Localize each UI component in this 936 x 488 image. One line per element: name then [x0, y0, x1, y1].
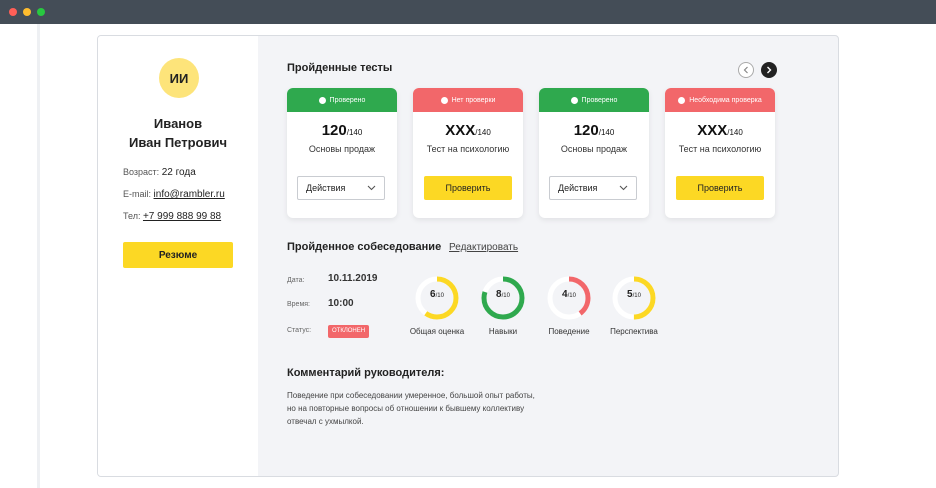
- check-circle-icon: [570, 96, 578, 104]
- age-value: 22 года: [161, 167, 196, 178]
- test-status: Проверено: [581, 96, 618, 104]
- candidate-first-name: Иван Петрович: [128, 135, 228, 150]
- actions-dropdown-label: Действия: [558, 183, 598, 193]
- time-label: Время:: [287, 301, 311, 308]
- test-status: Проверено: [329, 96, 366, 104]
- email-label: E-mail:: [123, 189, 152, 199]
- comment-line: отвечал с ухмылкой.: [287, 417, 364, 426]
- alert-circle-icon: [440, 96, 448, 104]
- status-label: Статус:: [287, 327, 312, 334]
- test-card: Нет проверки XXX/140 Тест на психологию …: [413, 88, 523, 218]
- test-score: XXX/140: [665, 122, 775, 139]
- tests-title: Пройденные тесты: [287, 62, 393, 74]
- test-status: Нет проверки: [451, 96, 496, 104]
- phone-row: Тел: +7 999 888 99 88: [123, 211, 221, 222]
- actions-dropdown-label: Действия: [306, 183, 346, 193]
- test-score: XXX/140: [413, 122, 523, 139]
- test-name: Тест на психологию: [426, 144, 510, 154]
- maximize-window-icon[interactable]: [37, 8, 45, 16]
- resume-button[interactable]: Резюме: [123, 242, 233, 268]
- test-status: Необходима проверка: [689, 96, 762, 104]
- gauge-max: /10: [435, 293, 444, 299]
- test-status-header: Проверено: [539, 88, 649, 112]
- chevron-right-icon: [767, 66, 772, 74]
- status-badge: ОТКЛОНЕН: [328, 325, 370, 338]
- age-label: Возраст:: [123, 167, 160, 177]
- test-card: Проверено 120/140 Основы продаж Действия: [539, 88, 649, 218]
- gauge-value: 6/10: [413, 289, 461, 300]
- score-gauge-behavior: 4/10 Поведение: [545, 274, 593, 336]
- avatar: ИИ: [159, 58, 199, 98]
- test-status-header: Необходима проверка: [665, 88, 775, 112]
- gauge-value: 8/10: [479, 289, 527, 300]
- time-value: 10:00: [328, 298, 354, 309]
- test-name: Основы продаж: [308, 144, 376, 154]
- email-link[interactable]: info@rambler.ru: [154, 189, 225, 200]
- actions-dropdown[interactable]: Действия: [549, 176, 637, 200]
- date-label: Дата:: [287, 277, 305, 284]
- minimize-window-icon[interactable]: [23, 8, 31, 16]
- test-score-value: 120: [321, 122, 347, 139]
- candidate-name: Иванов Иван Петрович: [98, 114, 258, 152]
- test-score-value: XXX: [697, 122, 728, 139]
- next-button[interactable]: [761, 62, 777, 78]
- interview-title: Пройденное собеседование: [287, 241, 442, 253]
- test-name: Основы продаж: [560, 144, 628, 154]
- test-score-value: XXX: [445, 122, 476, 139]
- edit-interview-link[interactable]: Редактировать: [449, 242, 518, 253]
- chevron-down-icon: [619, 185, 628, 191]
- chevron-down-icon: [367, 185, 376, 191]
- comment-line: Поведение при собеседовании умеренное, б…: [287, 391, 535, 400]
- gauge-max: /10: [567, 293, 576, 299]
- gauge-max: /10: [501, 293, 510, 299]
- test-card: Необходима проверка XXX/140 Тест на псих…: [665, 88, 775, 218]
- candidate-last-name: Иванов: [153, 116, 203, 131]
- gauge-value: 5/10: [610, 289, 658, 300]
- gauge-max: /10: [632, 293, 641, 299]
- score-gauge-overall: 6/10 Общая оценка: [410, 274, 464, 336]
- phone-label: Тел:: [123, 211, 141, 221]
- phone-link[interactable]: +7 999 888 99 88: [143, 211, 221, 222]
- comment-line: но на повторные вопросы об отношении к б…: [287, 404, 525, 413]
- divider: [37, 24, 40, 488]
- test-score-value: 120: [573, 122, 599, 139]
- email-row: E-mail: info@rambler.ru: [123, 189, 225, 200]
- close-window-icon[interactable]: [9, 8, 17, 16]
- score-gauge-skills: 8/10 Навыки: [479, 274, 527, 336]
- alert-circle-icon: [678, 96, 686, 104]
- actions-dropdown[interactable]: Действия: [297, 176, 385, 200]
- test-card: Проверено 120/140 Основы продаж Действия: [287, 88, 397, 218]
- candidate-panel: ИИ Иванов Иван Петрович Возраст: 22 года…: [97, 35, 839, 477]
- check-test-button[interactable]: Проверить: [676, 176, 764, 200]
- window-titlebar: [0, 0, 936, 24]
- test-status-header: Нет проверки: [413, 88, 523, 112]
- check-circle-icon: [318, 96, 326, 104]
- comment-text: Поведение при собеседовании умеренное, б…: [287, 389, 587, 428]
- gauge-label: Перспектива: [610, 327, 658, 336]
- comment-title: Комментарий руководителя:: [287, 367, 445, 379]
- score-gauge-perspective: 5/10 Перспектива: [610, 274, 658, 336]
- test-score-total: /140: [475, 128, 491, 137]
- test-score-total: /140: [727, 128, 743, 137]
- age-row: Возраст: 22 года: [123, 167, 196, 178]
- profile-sidebar: ИИ Иванов Иван Петрович Возраст: 22 года…: [98, 36, 258, 476]
- date-value: 10.11.2019: [328, 273, 378, 284]
- test-score-total: /140: [598, 128, 615, 137]
- gauge-value: 4/10: [545, 289, 593, 300]
- test-score: 120/140: [287, 122, 397, 139]
- test-score: 120/140: [539, 122, 649, 139]
- previous-button[interactable]: [738, 62, 754, 78]
- check-test-button[interactable]: Проверить: [424, 176, 512, 200]
- test-name: Тест на психологию: [678, 144, 762, 154]
- chevron-left-icon: [743, 66, 748, 74]
- test-status-header: Проверено: [287, 88, 397, 112]
- test-score-total: /140: [346, 128, 363, 137]
